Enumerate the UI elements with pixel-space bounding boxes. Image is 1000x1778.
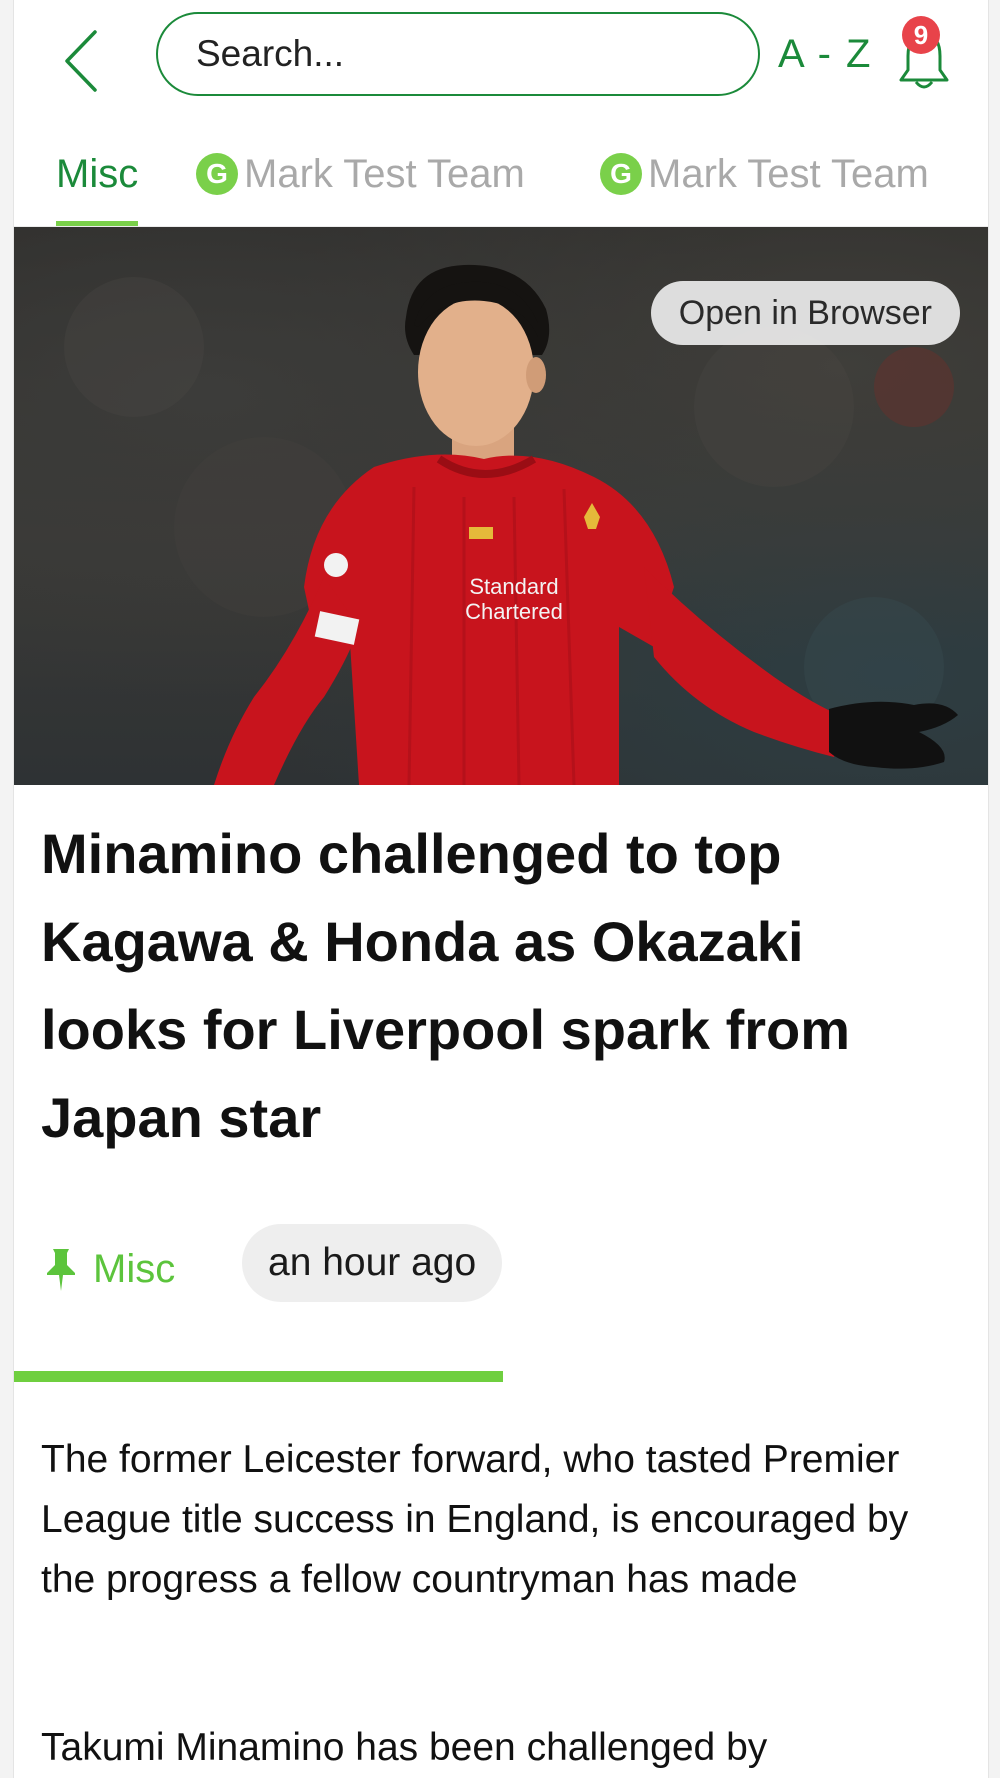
search-input[interactable] (156, 12, 760, 96)
pin-icon (47, 1249, 75, 1291)
group-icon: G (600, 153, 642, 195)
article-title: Minamino challenged to top Kagawa & Hond… (41, 822, 851, 1149)
article-timestamp: an hour ago (242, 1224, 503, 1302)
category-label: Misc (93, 1246, 176, 1291)
shirt-sponsor-text: Chartered (465, 599, 563, 624)
tab-mark-test-team-1[interactable]: G Mark Test Team (196, 122, 525, 226)
tab-label: Mark Test Team (648, 151, 929, 196)
article-paragraph: Takumi Minamino has been challenged by (41, 1726, 768, 1769)
article-paragraph: The former Leicester forward, who tasted… (41, 1438, 909, 1601)
notification-badge: 9 (902, 16, 940, 54)
group-icon: G (196, 153, 238, 195)
back-button[interactable] (56, 28, 106, 94)
tab-label: Mark Test Team (244, 151, 525, 196)
tab-misc[interactable]: Misc (56, 122, 139, 226)
app-screen: A - Z 9 Misc G Mark Test Team G Mark Tes… (13, 0, 989, 1778)
chevron-left-icon (65, 30, 97, 92)
open-in-browser-button[interactable]: Open in Browser (650, 281, 960, 345)
article-category[interactable]: Misc (41, 1230, 175, 1308)
tab-label: Misc (56, 151, 139, 196)
article-hero-image: Standard Chartered Open in Browser (14, 227, 988, 785)
a-z-button[interactable]: A - Z (778, 26, 872, 82)
tab-mark-test-team-2[interactable]: G Mark Test Team (600, 122, 929, 226)
section-divider (14, 1371, 503, 1382)
shirt-sponsor-text: Standard (469, 574, 558, 599)
tab-bar: Misc G Mark Test Team G Mark Test Team (14, 122, 988, 227)
